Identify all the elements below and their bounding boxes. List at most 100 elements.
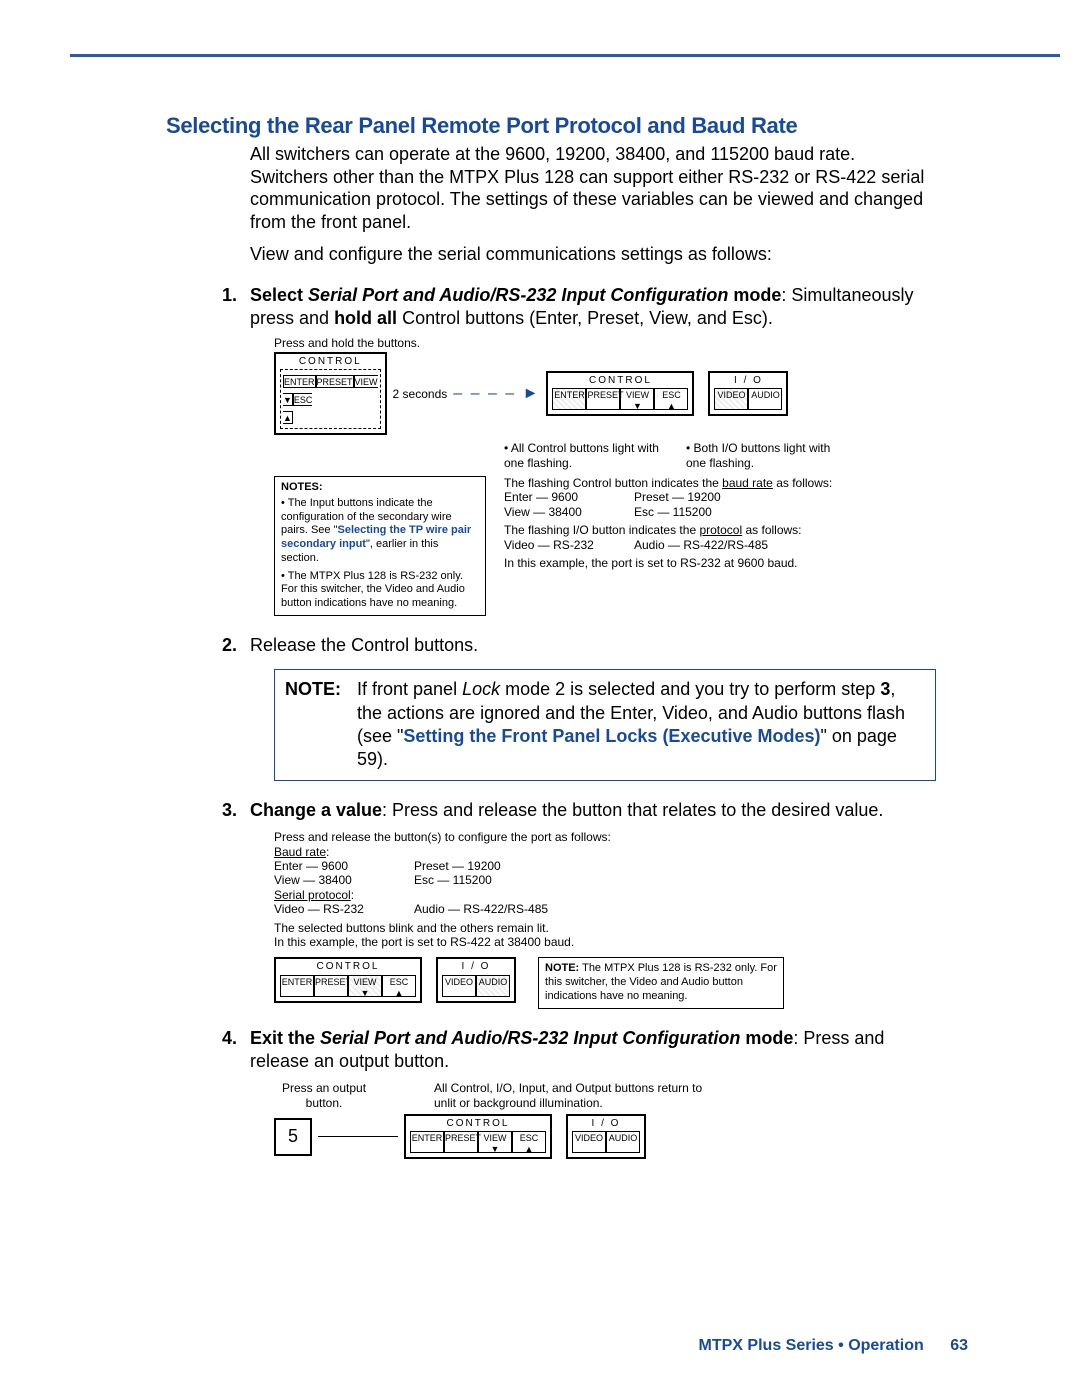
page-footer: MTPX Plus Series • Operation 63: [699, 1337, 968, 1355]
step-3-number: 3.: [222, 799, 237, 822]
d4-panel-control: CONTROL ENTERPRESETVIEW ▼ESC ▲: [404, 1114, 552, 1159]
step-2-number: 2.: [222, 634, 237, 657]
btn-view-r: VIEW ▼: [620, 388, 654, 410]
d4-panel-io: I / O VIDEOAUDIO: [566, 1114, 646, 1159]
d3-note-box: NOTE: The MTPX Plus 128 is RS-232 only. …: [538, 957, 784, 1008]
d1-baud-u: baud rate: [722, 476, 773, 490]
d1-proto-u: protocol: [699, 523, 742, 537]
btn-enter-sel: ENTER: [552, 388, 586, 410]
step-1-hold: hold all: [334, 308, 397, 328]
step-1-mode: Serial Port and Audio/RS-232 Input Confi…: [308, 285, 728, 305]
d1-right-col: The flashing Control button indicates th…: [504, 476, 844, 616]
d1-cap-io: • Both I/O buttons light with one flashi…: [686, 441, 836, 470]
step-4-lead: Exit the: [250, 1028, 320, 1048]
d1-baud-3: Esc — 115200: [634, 505, 712, 519]
step-4: 4. Exit the Serial Port and Audio/RS-232…: [250, 1027, 936, 1074]
d4-return: All Control, I/O, Input, and Output butt…: [434, 1081, 714, 1110]
d1-panel-control-title-r: CONTROL: [548, 373, 692, 386]
d3-baud-2: View — 38400: [274, 873, 414, 887]
d1-fence: ENTERPRESETVIEW ▼ESC ▲: [280, 369, 381, 429]
d3-btn-preset: PRESET: [314, 975, 348, 997]
note-link[interactable]: Setting the Front Panel Locks (Executive…: [403, 726, 820, 746]
d3-proto-1: Audio — RS-422/RS-485: [414, 902, 548, 916]
page: Selecting the Rear Panel Remote Port Pro…: [0, 0, 1080, 1397]
d3-baud-3: Esc — 115200: [414, 873, 492, 887]
note-box: NOTE: If front panel Lock mode 2 is sele…: [274, 669, 936, 781]
d4-btn-view: VIEW ▼: [478, 1131, 512, 1153]
d3-panel-io: I / O VIDEOAUDIO: [436, 957, 516, 1003]
d1-panel-io-title: I / O: [710, 373, 786, 386]
footer-text: MTPX Plus Series • Operation: [699, 1337, 924, 1354]
d1-panel-control-right: CONTROL ENTERPRESETVIEW ▼ESC ▲: [546, 371, 694, 416]
d1-panel-control-left: CONTROL ENTERPRESETVIEW ▼ESC ▲: [274, 352, 387, 435]
d1-panel-io: I / O VIDEOAUDIO: [708, 371, 788, 416]
intro-paragraph-1: All switchers can operate at the 9600, 1…: [250, 143, 936, 233]
btn-preset-r: PRESET: [586, 388, 620, 410]
step-1-rest2: Control buttons (Enter, Preset, View, an…: [397, 308, 773, 328]
step-3-lead: Change a value: [250, 800, 382, 820]
page-number: 63: [950, 1337, 968, 1354]
d3-note-text: The MTPX Plus 128 is RS-232 only. For th…: [545, 962, 777, 1002]
d1-n2: The MTPX Plus 128 is RS-232 only. For th…: [281, 570, 465, 610]
d4-btn-audio: AUDIO: [606, 1131, 640, 1153]
d3-blink: The selected buttons blink and the other…: [274, 921, 834, 935]
top-rule: [70, 54, 1060, 57]
intro-paragraph-2: View and configure the serial communicat…: [250, 243, 936, 266]
d1-baud-0: Enter — 9600: [504, 490, 634, 504]
d1-notes-box: NOTES: • The Input buttons indicate the …: [274, 476, 486, 616]
step-2: 2. Release the Control buttons.: [250, 634, 936, 657]
d1-flash-io: The flashing I/O button indicates the: [504, 523, 699, 537]
note-label: NOTE:: [285, 678, 357, 772]
btn-enter: ENTER: [283, 375, 316, 388]
d1-2sec: 2 seconds: [393, 387, 448, 401]
d1-cap-control: • All Control buttons light with one fla…: [504, 441, 674, 470]
d1-baud-2: View — 38400: [504, 505, 634, 519]
d4-btn-esc: ESC ▲: [512, 1131, 546, 1153]
d4-press: Press an output button.: [274, 1081, 374, 1110]
d3-proto-u: Serial protocol: [274, 888, 351, 902]
d3-example: In this example, the port is set to RS-4…: [274, 935, 834, 949]
line-icon: [318, 1136, 398, 1137]
d4-btn-enter: ENTER: [410, 1131, 444, 1153]
step-1: 1. Select Serial Port and Audio/RS-232 I…: [250, 284, 936, 331]
step-2-text: Release the Control buttons.: [250, 635, 478, 655]
d3-proto-0: Video — RS-232: [274, 902, 414, 916]
d3-btn-video: VIDEO: [442, 975, 476, 997]
d3-btn-audio-sel: AUDIO: [476, 975, 510, 997]
d1-proto-0: Video — RS-232: [504, 538, 634, 552]
d3-baud-0: Enter — 9600: [274, 859, 414, 873]
d1-flash-io2: as follows:: [742, 523, 801, 537]
step-4-mode: Serial Port and Audio/RS-232 Input Confi…: [320, 1028, 740, 1048]
content: Selecting the Rear Panel Remote Port Pro…: [166, 113, 936, 1159]
step-3: 3. Change a value: Press and release the…: [250, 799, 936, 822]
step-1-mode-suffix: mode: [728, 285, 781, 305]
diagram-1: Press and hold the buttons. CONTROL ENTE…: [274, 336, 936, 616]
note-body: If front panel Lock mode 2 is selected a…: [357, 678, 925, 772]
d4-btn-preset: PRESET: [444, 1131, 478, 1153]
page-heading: Selecting the Rear Panel Remote Port Pro…: [166, 113, 936, 139]
d1-panel-control-title-l: CONTROL: [276, 354, 385, 367]
diagram-3: Press and release the button(s) to confi…: [274, 830, 834, 1008]
d4-output-5: 5: [274, 1118, 312, 1156]
d1-example: In this example, the port is set to RS-2…: [504, 556, 844, 570]
d1-baud-1: Preset — 19200: [634, 490, 721, 504]
d3-baud-1: Preset — 19200: [414, 859, 501, 873]
d3-panel-control: CONTROL ENTERPRESETVIEW ▼ESC ▲: [274, 957, 422, 1003]
d3-btn-enter: ENTER: [280, 975, 314, 997]
d1-flash-ctrl: The flashing Control button indicates th…: [504, 476, 722, 490]
step-4-mode-suffix: mode: [740, 1028, 793, 1048]
btn-esc-r: ESC ▲: [654, 388, 688, 410]
step-3-rest: : Press and release the button that rela…: [382, 800, 883, 820]
d3-btn-view-sel: VIEW ▼: [348, 975, 382, 997]
d3-intro: Press and release the button(s) to confi…: [274, 830, 834, 844]
d1-notes-label: NOTES:: [281, 481, 323, 493]
d3-baud-u: Baud rate: [274, 845, 326, 859]
d3-note-label: NOTE:: [545, 962, 579, 974]
step-1-lead: Select: [250, 285, 308, 305]
btn-audio: AUDIO: [748, 388, 782, 410]
btn-preset: PRESET: [316, 375, 354, 388]
d1-proto-1: Audio — RS-422/RS-485: [634, 538, 768, 552]
d3-btn-esc: ESC ▲: [382, 975, 416, 997]
btn-video-sel: VIDEO: [714, 388, 748, 410]
arrow-icon: – – – – ►: [453, 385, 540, 403]
